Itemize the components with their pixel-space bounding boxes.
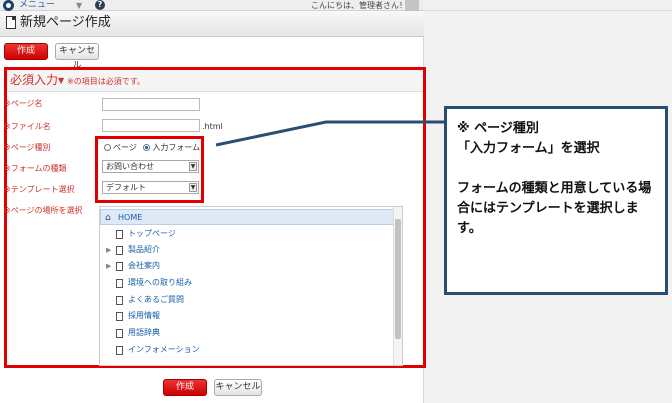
callout-box: ※ ページ種別 「入力フォーム」を選択 フォームの種類と用意している場合にはテン…	[444, 106, 668, 295]
callout-body: フォームの種類と用意している場合にはテンプレートを選択します。	[457, 181, 652, 236]
callout-connector-line	[215, 120, 444, 147]
callout-line-2: 「入力フォーム」を選択	[457, 141, 600, 156]
callout-line-1: ※ ページ種別	[457, 121, 539, 136]
